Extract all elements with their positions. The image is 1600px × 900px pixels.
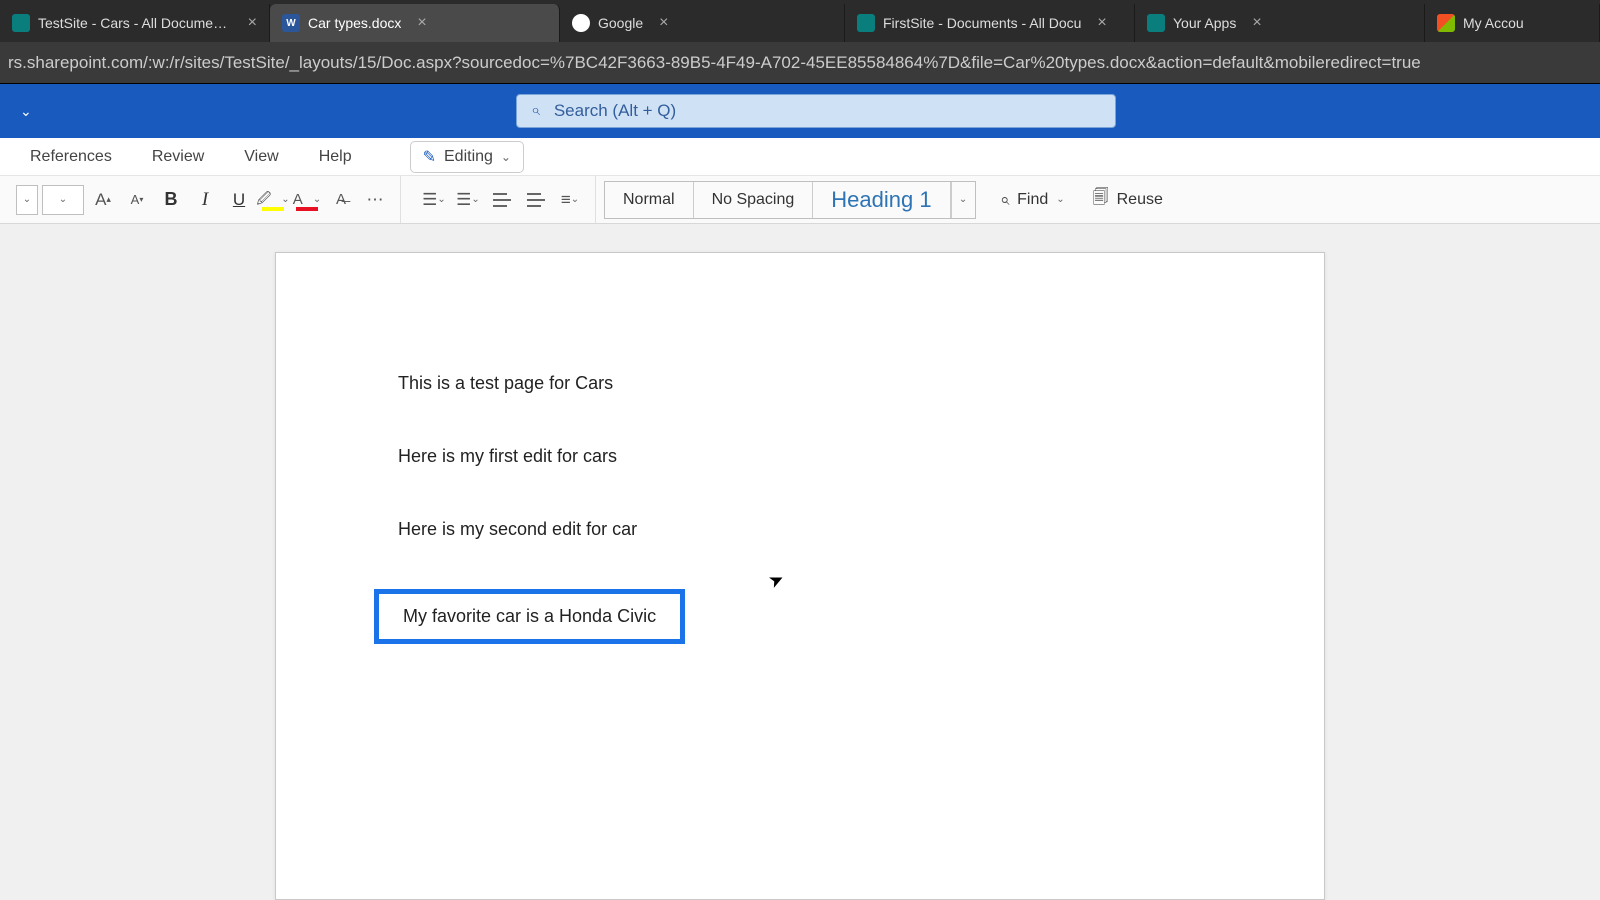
styles-gallery[interactable]: Normal No Spacing Heading 1 ⌄ xyxy=(604,181,976,219)
tab-title: Car types.docx xyxy=(308,15,401,31)
close-icon[interactable]: × xyxy=(248,14,257,32)
underline-button[interactable]: U xyxy=(224,185,254,215)
close-icon[interactable]: × xyxy=(1097,14,1106,32)
style-no-spacing[interactable]: No Spacing xyxy=(694,182,814,218)
browser-tab[interactable]: Your Apps × xyxy=(1135,4,1425,42)
font-family-dropdown[interactable]: ⌄ xyxy=(16,185,38,215)
ribbon-tab-review[interactable]: Review xyxy=(152,148,204,166)
app-header: ⌄ ⌕ Search (Alt + Q) xyxy=(0,84,1600,138)
ribbon-tab-references[interactable]: References xyxy=(30,148,112,166)
search-icon: ⌕ xyxy=(531,102,540,120)
paragraph[interactable]: Here is my first edit for cars xyxy=(398,444,1202,469)
decrease-indent-button[interactable] xyxy=(487,185,517,215)
microsoft-icon xyxy=(1437,14,1455,32)
highlight-button[interactable]: 🖉⌄ xyxy=(258,185,288,215)
browser-tab[interactable]: TestSite - Cars - All Documents × xyxy=(0,4,270,42)
clear-formatting-button[interactable]: A̶ xyxy=(326,185,356,215)
shrink-font-button[interactable]: A▾ xyxy=(122,185,152,215)
browser-tabs-bar: TestSite - Cars - All Documents × W Car … xyxy=(0,0,1600,42)
more-formatting-button[interactable]: ⋯ xyxy=(360,185,390,215)
editing-mode-button[interactable]: ✎ Editing ⌄ xyxy=(410,141,524,173)
find-label: Find xyxy=(1017,191,1048,209)
reuse-files-button[interactable]: 🗐 Reuse xyxy=(1093,186,1163,213)
paragraph[interactable]: Here is my second edit for car xyxy=(398,517,1202,542)
ribbon-tabs: References Review View Help ✎ Editing ⌄ xyxy=(0,138,1600,176)
tab-title: My Accou xyxy=(1463,15,1524,31)
toolbar: ⌄ ⌄ A▴ A▾ B I U 🖉⌄ A⌄ A̶ ⋯ ☰ ⌄ ☰ ⌄ ≡ ⌄ N… xyxy=(0,176,1600,224)
style-normal[interactable]: Normal xyxy=(605,182,694,218)
paragraph[interactable]: This is a test page for Cars xyxy=(398,371,1202,396)
find-button[interactable]: ⌕ Find ⌄ xyxy=(1000,190,1065,210)
tab-title: TestSite - Cars - All Documents xyxy=(38,15,232,31)
browser-tab[interactable]: FirstSite - Documents - All Docu × xyxy=(845,4,1135,42)
document-canvas: This is a test page for Cars Here is my … xyxy=(0,224,1600,900)
search-input[interactable]: ⌕ Search (Alt + Q) xyxy=(516,94,1116,128)
tab-title: FirstSite - Documents - All Docu xyxy=(883,15,1081,31)
font-size-dropdown[interactable]: ⌄ xyxy=(42,185,84,215)
browser-tab[interactable]: My Accou xyxy=(1425,4,1600,42)
close-icon[interactable]: × xyxy=(1252,14,1261,32)
styles-dropdown[interactable]: ⌄ xyxy=(951,182,975,218)
chevron-down-icon: ⌄ xyxy=(1056,194,1064,205)
sharepoint-icon xyxy=(12,14,30,32)
italic-button[interactable]: I xyxy=(190,185,220,215)
editing-label: Editing xyxy=(444,148,493,166)
url-text: rs.sharepoint.com/:w:/r/sites/TestSite/_… xyxy=(8,53,1421,73)
grow-font-button[interactable]: A▴ xyxy=(88,185,118,215)
browser-tab[interactable]: Google × xyxy=(560,4,845,42)
ribbon-tab-help[interactable]: Help xyxy=(319,148,352,166)
numbering-button[interactable]: ☰ ⌄ xyxy=(453,185,483,215)
chevron-down-icon: ⌄ xyxy=(501,150,511,164)
align-button[interactable]: ≡ ⌄ xyxy=(555,185,585,215)
bullets-button[interactable]: ☰ ⌄ xyxy=(419,185,449,215)
close-icon[interactable]: × xyxy=(417,14,426,32)
reuse-icon: 🗐 xyxy=(1093,186,1109,213)
search-placeholder: Search (Alt + Q) xyxy=(554,101,676,121)
browser-tab-active[interactable]: W Car types.docx × xyxy=(270,4,560,42)
chevron-down-icon[interactable]: ⌄ xyxy=(12,95,40,128)
search-icon: ⌕ xyxy=(1000,190,1010,210)
word-icon: W xyxy=(282,14,300,32)
sharepoint-icon xyxy=(857,14,875,32)
tab-title: Google xyxy=(598,15,643,31)
close-icon[interactable]: × xyxy=(659,14,668,32)
address-bar[interactable]: rs.sharepoint.com/:w:/r/sites/TestSite/_… xyxy=(0,42,1600,84)
google-icon xyxy=(572,14,590,32)
selected-text-box[interactable]: My favorite car is a Honda Civic xyxy=(374,589,685,644)
style-heading1[interactable]: Heading 1 xyxy=(813,182,950,218)
reuse-label: Reuse xyxy=(1117,191,1163,209)
increase-indent-button[interactable] xyxy=(521,185,551,215)
pen-icon: ✎ xyxy=(423,147,436,167)
document-page[interactable]: This is a test page for Cars Here is my … xyxy=(275,252,1325,900)
sharepoint-icon xyxy=(1147,14,1165,32)
tab-title: Your Apps xyxy=(1173,15,1236,31)
ribbon-tab-view[interactable]: View xyxy=(244,148,278,166)
font-color-button[interactable]: A⌄ xyxy=(292,185,322,215)
bold-button[interactable]: B xyxy=(156,185,186,215)
